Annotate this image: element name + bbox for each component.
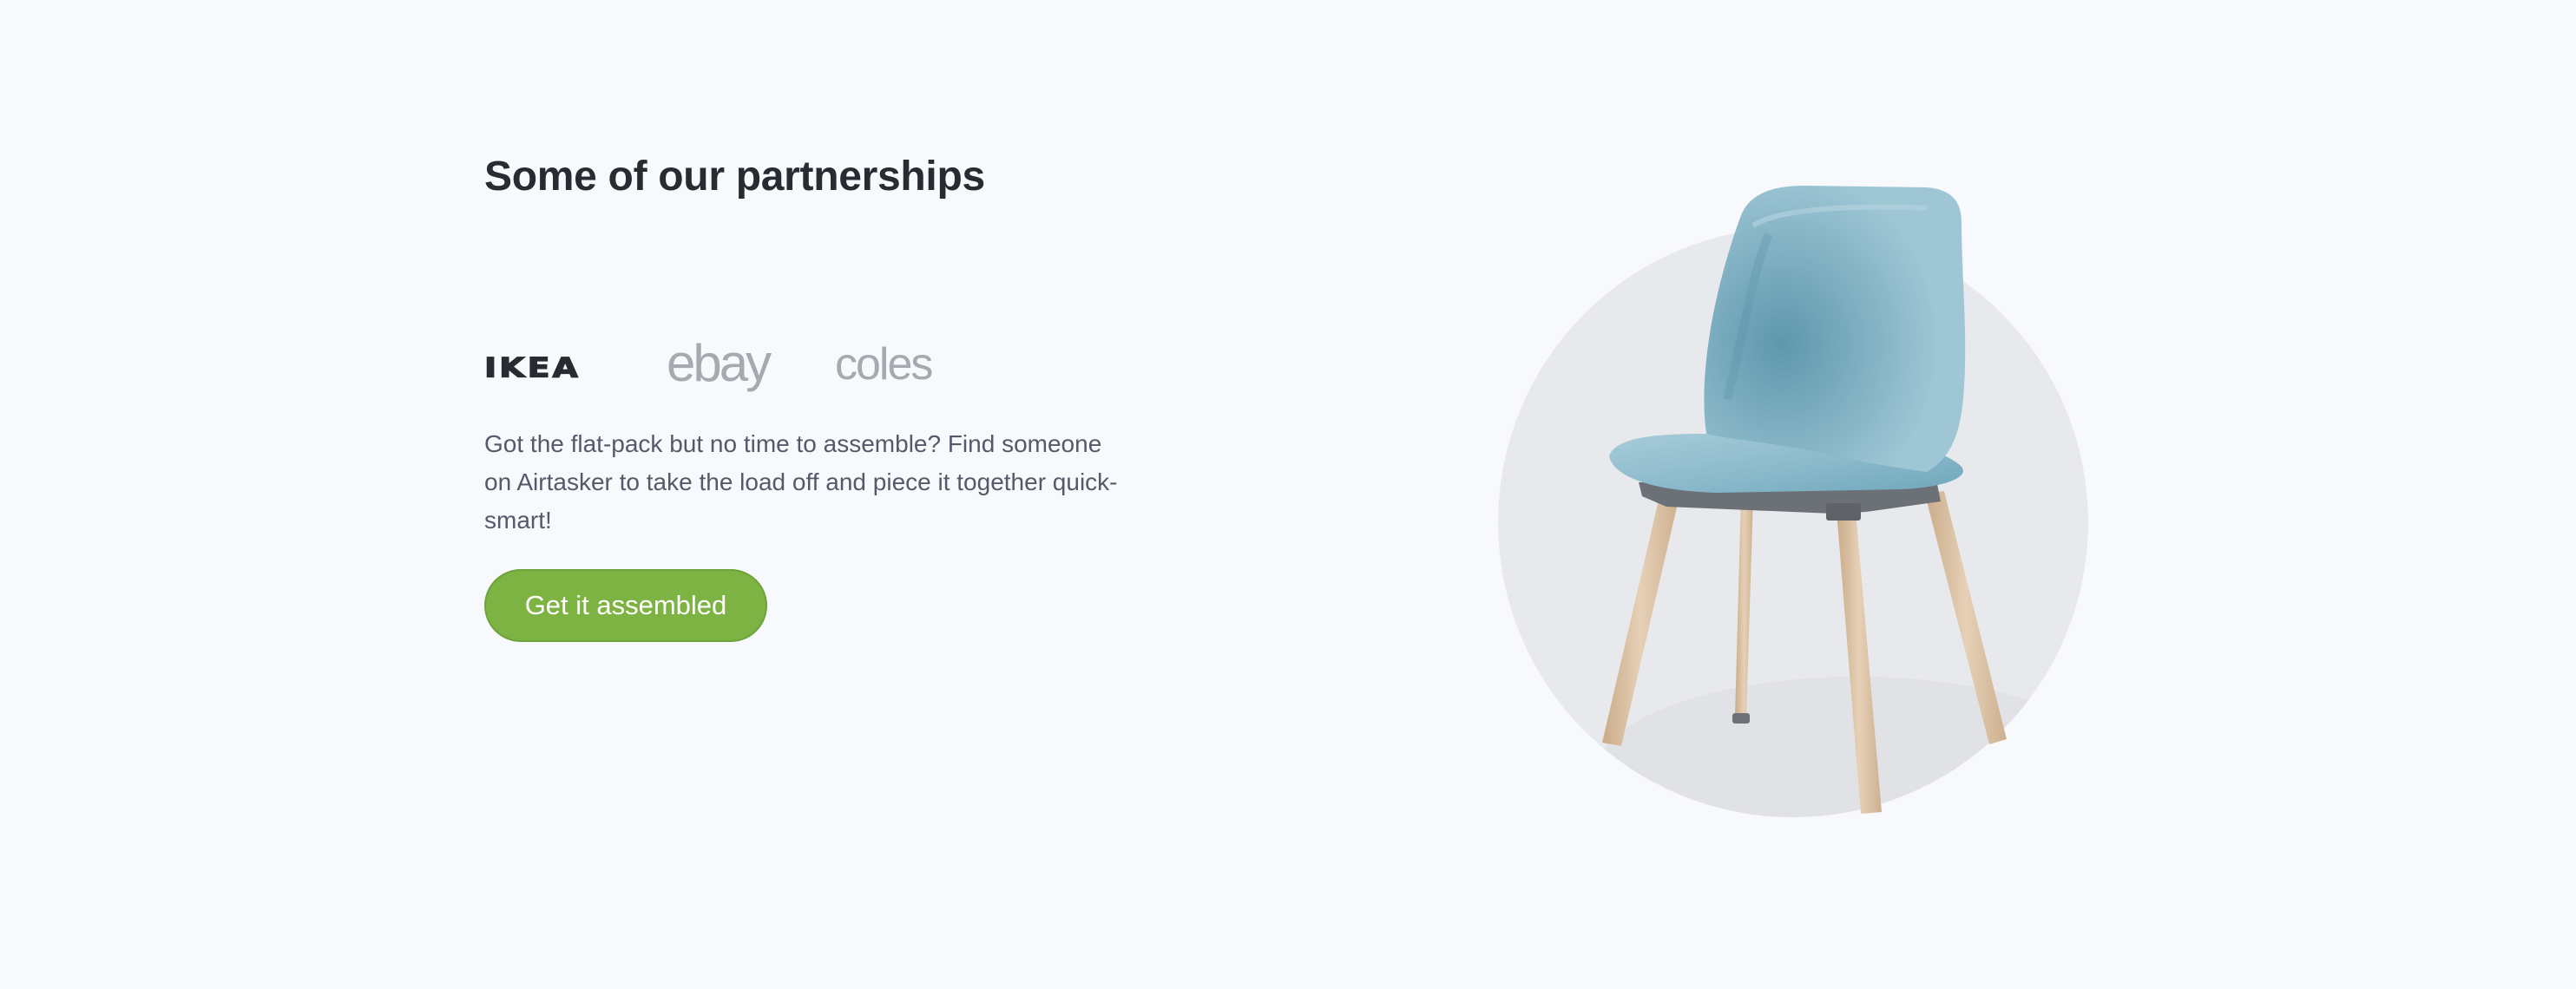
ebay-logo: ebay [667,334,772,392]
ikea-logo: IKEA [483,351,581,384]
section-heading: Some of our partnerships [484,154,985,200]
partnership-description: Got the flat-pack but no time to assembl… [484,430,1118,534]
get-it-assembled-button[interactable]: Get it assembled [484,569,767,642]
chair-illustration [1493,174,2118,833]
partnerships-section: Some of our partnerships IKEA ebay coles… [0,0,2576,989]
partner-logos: IKEA ebay coles [483,334,970,399]
coles-logo: coles [835,339,933,390]
